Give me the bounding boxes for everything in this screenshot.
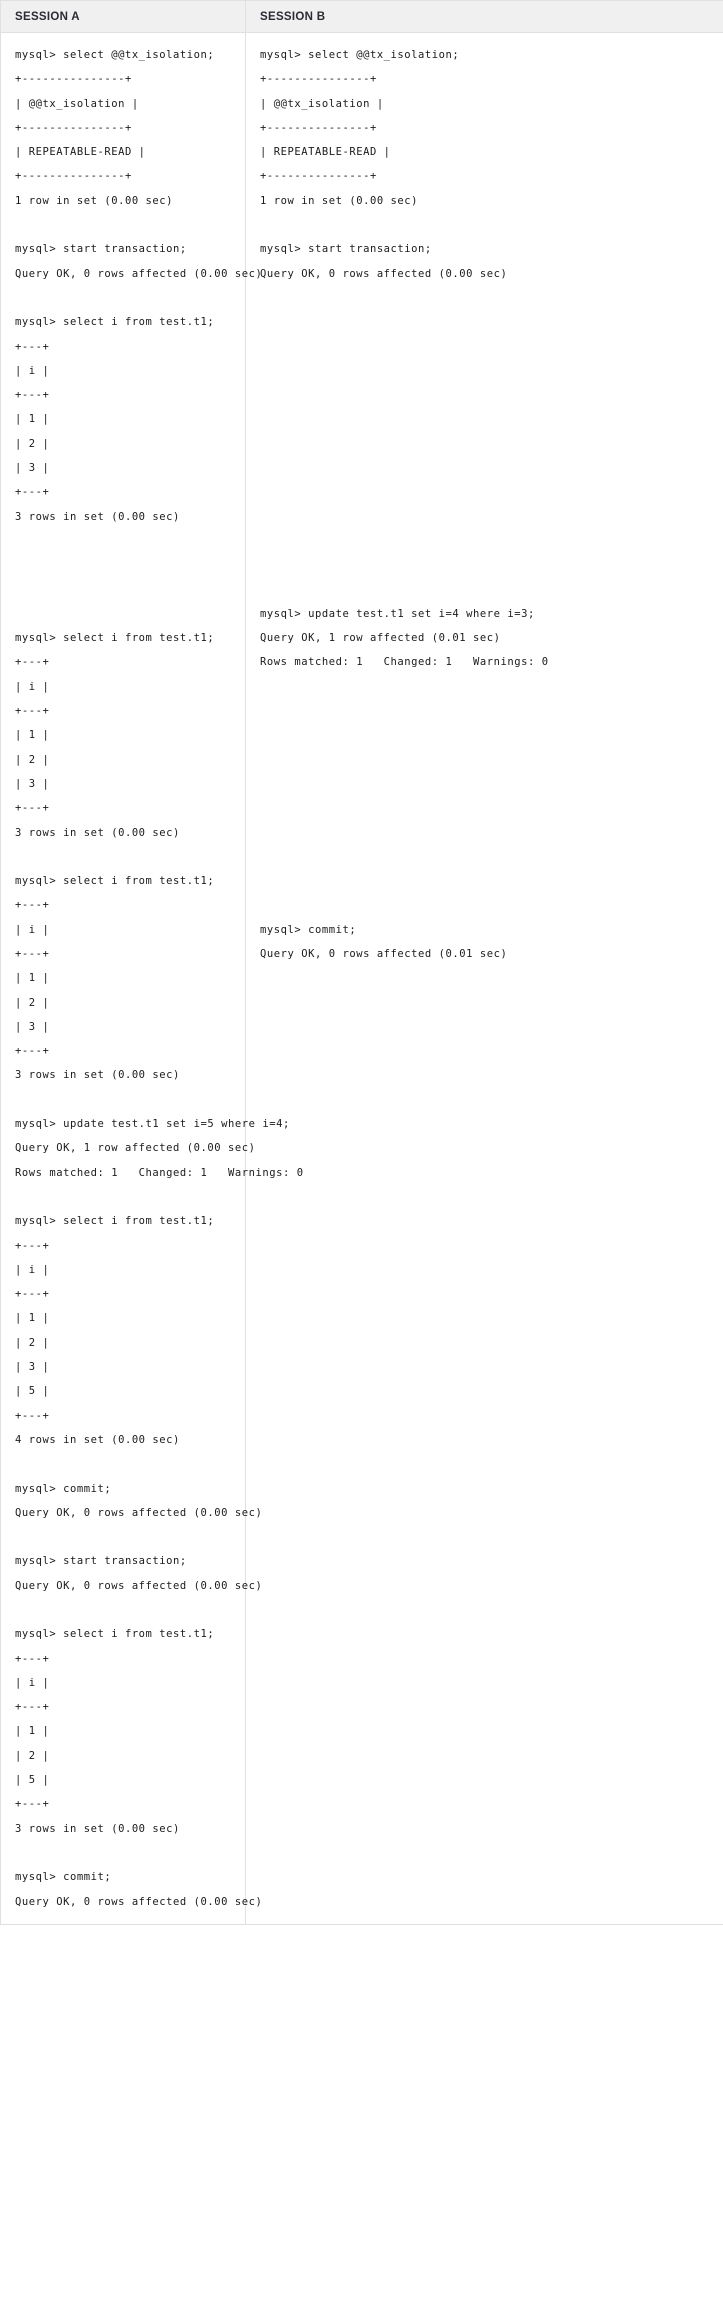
table-header: SESSION A SESSION B (0, 0, 723, 33)
table-body: mysql> select @@tx_isolation; +---------… (0, 32, 723, 1925)
cell-session-a: mysql> select @@tx_isolation; +---------… (0, 32, 304, 1925)
cell-session-b: mysql> select @@tx_isolation; +---------… (246, 33, 723, 1925)
table-row: mysql> select @@tx_isolation; +---------… (0, 32, 723, 1925)
header-row: SESSION A SESSION B (0, 0, 723, 33)
session-a-transcript: mysql> select @@tx_isolation; +---------… (15, 49, 304, 1908)
column-header-session-a: SESSION A (0, 0, 246, 33)
session-comparison-table: SESSION A SESSION B mysql> select @@tx_i… (0, 0, 723, 1925)
column-header-session-b: SESSION B (245, 0, 723, 33)
session-b-transcript: mysql> select @@tx_isolation; +---------… (260, 49, 549, 960)
